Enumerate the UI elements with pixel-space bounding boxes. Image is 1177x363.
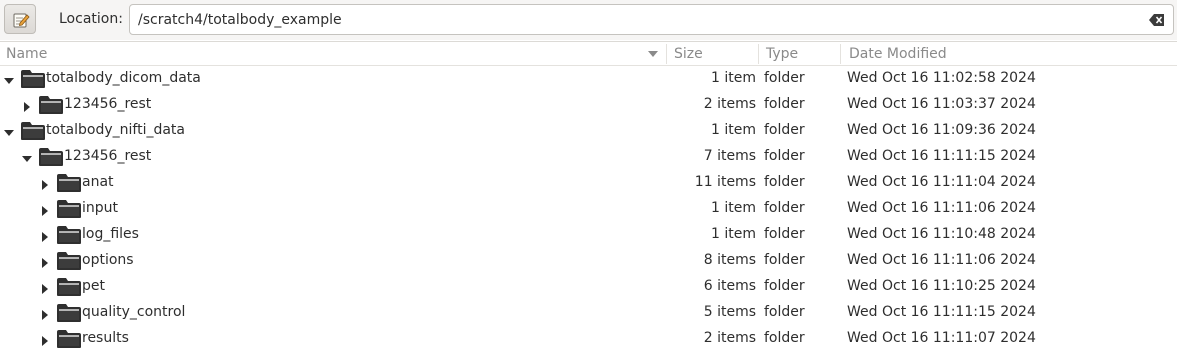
file-name: results <box>82 330 129 346</box>
file-size: 1 item <box>711 122 756 138</box>
file-date-modified: Wed Oct 16 11:03:37 2024 <box>847 96 1036 112</box>
file-size: 2 items <box>703 330 756 346</box>
folder-icon <box>56 329 82 353</box>
edit-location-icon <box>13 13 30 28</box>
file-type: folder <box>764 122 805 138</box>
table-row[interactable]: pet 6 items folder Wed Oct 16 11:10:25 2024 <box>0 274 1177 300</box>
file-size: 2 items <box>703 96 756 112</box>
file-date-modified: Wed Oct 16 11:11:15 2024 <box>847 304 1036 320</box>
file-date-modified: Wed Oct 16 11:10:25 2024 <box>847 278 1036 294</box>
file-date-modified: Wed Oct 16 11:11:06 2024 <box>847 252 1036 268</box>
folder-icon <box>38 95 64 119</box>
folder-icon <box>56 277 82 301</box>
expander-expanded-icon[interactable] <box>4 74 14 90</box>
file-name: options <box>82 252 134 268</box>
file-name: totalbody_nifti_data <box>46 122 185 138</box>
file-name: 123456_rest <box>64 148 152 164</box>
file-type: folder <box>764 148 805 164</box>
expander-expanded-icon[interactable] <box>22 152 32 168</box>
expander-collapsed-icon[interactable] <box>40 204 50 220</box>
table-row[interactable]: 123456_rest 2 items folder Wed Oct 16 11:03… <box>0 92 1177 118</box>
file-name: log_files <box>82 226 139 242</box>
folder-icon <box>56 225 82 249</box>
table-row[interactable]: input 1 item folder Wed Oct 16 11:11:06 202… <box>0 196 1177 222</box>
file-date-modified: Wed Oct 16 11:09:36 2024 <box>847 122 1036 138</box>
file-type: folder <box>764 330 805 346</box>
table-row[interactable]: quality_control 5 items folder Wed Oct 16 1… <box>0 300 1177 326</box>
expander-collapsed-icon[interactable] <box>22 100 32 116</box>
file-size: 1 item <box>711 70 756 86</box>
expander-collapsed-icon[interactable] <box>40 178 50 194</box>
file-size: 1 item <box>711 226 756 242</box>
file-type: folder <box>764 252 805 268</box>
file-date-modified: Wed Oct 16 11:11:15 2024 <box>847 148 1036 164</box>
file-type: folder <box>764 96 805 112</box>
folder-icon <box>38 147 64 171</box>
folder-icon <box>56 251 82 275</box>
table-row[interactable]: results 2 items folder Wed Oct 16 11:11:07 … <box>0 326 1177 352</box>
file-name: anat <box>82 174 114 190</box>
column-separator[interactable] <box>840 44 841 64</box>
location-bar: Location: /scratch4/totalbody_example <box>0 0 1177 40</box>
column-header-size[interactable]: Size <box>674 42 703 66</box>
file-name: 123456_rest <box>64 96 152 112</box>
file-name: input <box>82 200 119 216</box>
table-row[interactable]: totalbody_dicom_data 1 item folder Wed Oct … <box>0 66 1177 92</box>
expander-collapsed-icon[interactable] <box>40 230 50 246</box>
location-value[interactable]: /scratch4/totalbody_example <box>138 12 342 28</box>
file-type: folder <box>764 304 805 320</box>
column-separator[interactable] <box>666 44 667 64</box>
column-header-bar: Name Size Type Date Modified <box>0 41 1177 66</box>
sort-down-icon[interactable] <box>648 51 658 57</box>
folder-icon <box>56 303 82 327</box>
file-type: folder <box>764 200 805 216</box>
location-input[interactable]: /scratch4/totalbody_example <box>129 4 1174 35</box>
folder-icon <box>20 69 46 93</box>
folder-icon <box>20 121 46 145</box>
expander-collapsed-icon[interactable] <box>40 282 50 298</box>
expander-collapsed-icon[interactable] <box>40 334 50 350</box>
file-size: 8 items <box>703 252 756 268</box>
table-row[interactable]: options 8 items folder Wed Oct 16 11:11:06 … <box>0 248 1177 274</box>
file-size: 5 items <box>703 304 756 320</box>
table-row[interactable]: totalbody_nifti_data 1 item folder Wed Oct … <box>0 118 1177 144</box>
table-row[interactable]: 123456_rest 7 items folder Wed Oct 16 11:11… <box>0 144 1177 170</box>
file-size: 1 item <box>711 200 756 216</box>
expander-collapsed-icon[interactable] <box>40 256 50 272</box>
file-type: folder <box>764 70 805 86</box>
file-date-modified: Wed Oct 16 11:11:07 2024 <box>847 330 1036 346</box>
folder-icon <box>56 199 82 223</box>
file-date-modified: Wed Oct 16 11:10:48 2024 <box>847 226 1036 242</box>
table-row[interactable]: log_files 1 item folder Wed Oct 16 11:10:48… <box>0 222 1177 248</box>
file-name: pet <box>82 278 105 294</box>
folder-icon <box>56 173 82 197</box>
location-label: Location: <box>59 11 123 27</box>
file-date-modified: Wed Oct 16 11:02:58 2024 <box>847 70 1036 86</box>
file-name: totalbody_dicom_data <box>46 70 201 86</box>
file-size: 7 items <box>703 148 756 164</box>
file-name: quality_control <box>82 304 186 320</box>
file-date-modified: Wed Oct 16 11:11:06 2024 <box>847 200 1036 216</box>
column-header-name[interactable]: Name <box>6 42 47 66</box>
file-date-modified: Wed Oct 16 11:11:04 2024 <box>847 174 1036 190</box>
file-type: folder <box>764 226 805 242</box>
file-list: totalbody_dicom_data 1 item folder Wed Oct … <box>0 66 1177 352</box>
expander-collapsed-icon[interactable] <box>40 308 50 324</box>
table-row[interactable]: anat 11 items folder Wed Oct 16 11:11:04 20… <box>0 170 1177 196</box>
file-type: folder <box>764 174 805 190</box>
column-header-date[interactable]: Date Modified <box>849 42 947 66</box>
file-size: 11 items <box>694 174 756 190</box>
expander-expanded-icon[interactable] <box>4 126 14 142</box>
clear-text-icon[interactable] <box>1149 13 1165 27</box>
edit-location-button[interactable] <box>4 4 36 34</box>
column-header-type[interactable]: Type <box>766 42 798 66</box>
column-separator[interactable] <box>758 44 759 64</box>
file-size: 6 items <box>703 278 756 294</box>
file-type: folder <box>764 278 805 294</box>
